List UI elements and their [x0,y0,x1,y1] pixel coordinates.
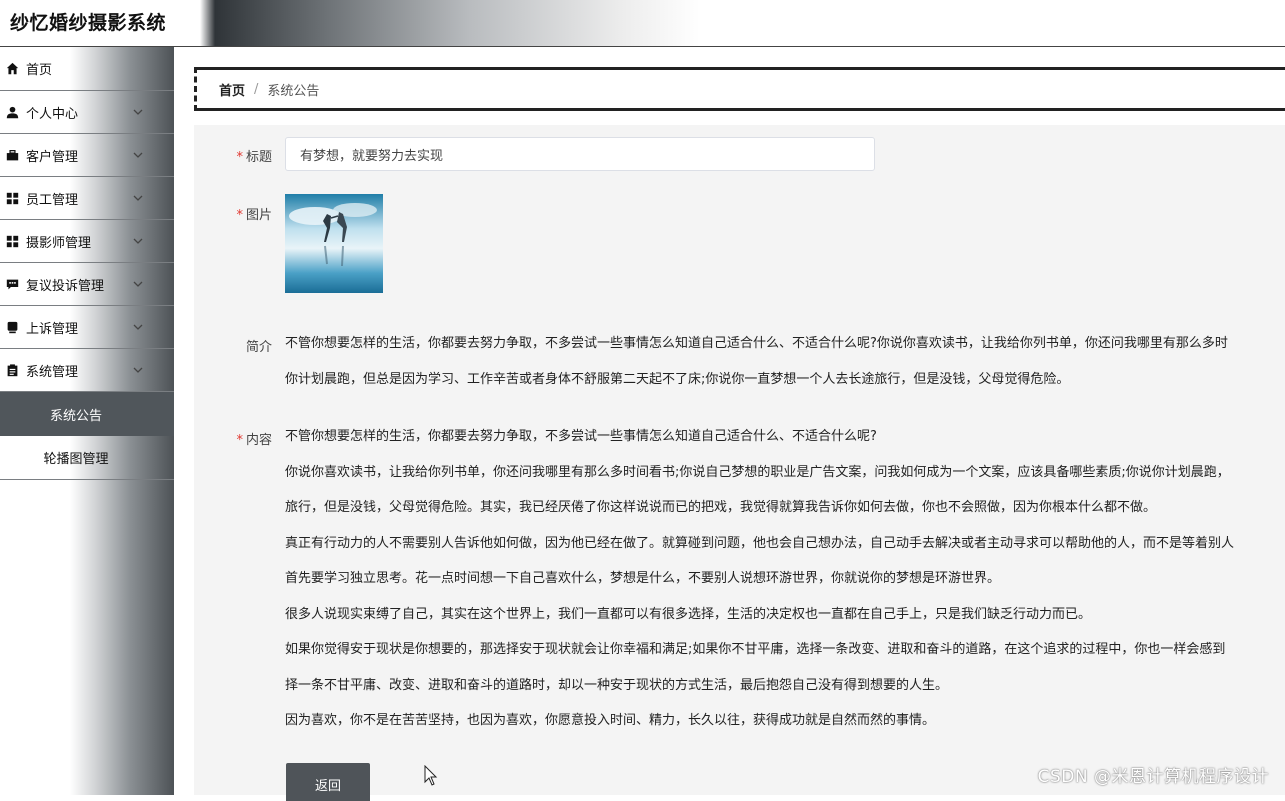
sidebar-item-label: 个人中心 [26,106,79,122]
tablet-icon [4,319,20,335]
grid-icon [4,233,20,249]
chevron-down-icon [133,324,143,330]
user-icon [4,104,20,120]
wedding-photo-thumbnail [285,194,383,293]
breadcrumb-separator: / [254,81,259,97]
sidebar-item-label: 员工管理 [26,192,79,208]
sidebar-item-appeal-management[interactable]: 上诉管理 [0,306,174,349]
briefcase-icon [4,147,20,163]
title-label: * 标题 [194,146,272,165]
sidebar-item-photographer-management[interactable]: 摄影师管理 [0,220,174,263]
sidebar-item-staff-management[interactable]: 员工管理 [0,177,174,220]
content-label: * 内容 [194,429,272,448]
sidebar-item-label: 客户管理 [26,149,79,165]
sidebar-item-complaint-management[interactable]: 复议投诉管理 [0,263,174,306]
content-line: 首先要学习独立思考。花一点时间想一下自己喜欢什么，梦想是什么，不要别人说想环游世… [285,571,1001,586]
sidebar-item-label: 首页 [26,63,53,78]
breadcrumb: 首页 / 系统公告 [194,67,1285,111]
app-header: 纱忆婚纱摄影系统 [0,0,1285,47]
title-input-value: 有梦想，就要努力去实现 [300,148,444,164]
sidebar-item-personal-center[interactable]: 个人中心 [0,91,174,134]
detail-form: * 标题 有梦想，就要努力去实现 * 图片 简介 不管你想要怎样的生活，你都要去… [194,125,1285,801]
grid-icon [4,190,20,206]
title-label-text: 标题 [245,150,272,165]
sidebar-item-label: 系统管理 [26,364,79,380]
content-line: 旅行，但是没钱，父母觉得危险。其实，我已经厌倦了你这样说说而已的把戏，我觉得就算… [285,500,1157,515]
sidebar-item-label: 上诉管理 [26,321,79,337]
content-line: 很多人说现实束缚了自己，其实在这个世界上，我们一直都可以有很多选择，生活的决定权… [285,606,1092,622]
submenu-item-carousel-management[interactable]: 轮播图管理 [0,436,174,480]
chevron-down-icon [133,195,143,201]
image-label-text: 图片 [245,208,272,223]
image-label: * 图片 [194,204,272,223]
sidebar-item-home[interactable]: 首页 [0,47,174,91]
content-line: 因为喜欢，你不是在苦苦坚持，也因为喜欢，你愿意投入时间、精力，长久以往，获得成功… [285,713,936,728]
sidebar-item-label: 摄影师管理 [26,235,92,251]
sidebar-item-customer-management[interactable]: 客户管理 [0,134,174,177]
home-icon [4,61,20,77]
mouse-cursor-icon [424,765,438,786]
chevron-down-icon [133,109,143,115]
content-line: 择一条不甘平庸、改变、进取和奋斗的道路时，却以一种安于现状的方式生活，最后抱怨自… [285,677,949,693]
content-line: 你说你喜欢读书，让我给你列书单，你还问我哪里有那么多时间看书;你说自己梦想的职业… [285,464,1230,480]
required-mark: * [236,150,243,165]
required-mark: * [236,433,243,448]
main-area: 首页 / 系统公告 * 标题 有梦想，就要努力去实现 * 图片 简介 不管你想要… [174,47,1285,801]
content-line: 真正有行动力的人不需要别人告诉他如何做，因为他已经在做了。就算碰到问题，他也会自… [285,535,1235,551]
content-label-text: 内容 [245,433,272,448]
clipboard-icon [4,362,20,378]
notice-image[interactable] [285,194,383,293]
intro-line: 你计划晨跑，但总是因为学习、工作辛苦或者身体不舒服第二天起不了床;你说你一直梦想… [285,372,1070,387]
content-line: 不管你想要怎样的生活，你都要去努力争取，不多尝试一些事情怎么知道自己适合什么、不… [285,429,877,444]
title-input[interactable]: 有梦想，就要努力去实现 [285,137,875,171]
watermark: CSDN @米恩计算机程序设计 [1037,767,1269,787]
chevron-down-icon [133,367,143,373]
app-title: 纱忆婚纱摄影系统 [10,12,167,34]
intro-text: 不管你想要怎样的生活，你都要去努力争取，不多尝试一些事情怎么知道自己适合什么、不… [285,326,1285,398]
intro-line: 不管你想要怎样的生活，你都要去努力争取，不多尝试一些事情怎么知道自己适合什么、不… [285,336,1228,351]
sidebar-menu: 首页 个人中心 客户管理 员工管理 摄影师管理 复议投诉管理 上诉管理 系统管理… [0,47,174,480]
submenu-item-system-notice[interactable]: 系统公告 [0,392,174,436]
chevron-down-icon [133,152,143,158]
sidebar-item-system-management[interactable]: 系统管理 [0,349,174,392]
chevron-down-icon [133,238,143,244]
intro-label: 简介 [245,340,272,355]
required-mark: * [236,208,243,223]
content-line: 如果你觉得安于现状是你想要的，那选择安于现状就会让你幸福和满足;如果你不甘平庸，… [285,642,1226,657]
breadcrumb-current: 系统公告 [267,83,320,99]
back-button[interactable]: 返回 [286,763,370,801]
chat-icon [4,276,20,292]
chevron-down-icon [133,281,143,287]
sidebar: 首页 个人中心 客户管理 员工管理 摄影师管理 复议投诉管理 上诉管理 系统管理… [0,47,174,795]
breadcrumb-home[interactable]: 首页 [219,80,245,99]
content-text: 不管你想要怎样的生活，你都要去努力争取，不多尝试一些事情怎么知道自己适合什么、不… [285,419,1285,739]
sidebar-item-label: 复议投诉管理 [26,278,105,294]
